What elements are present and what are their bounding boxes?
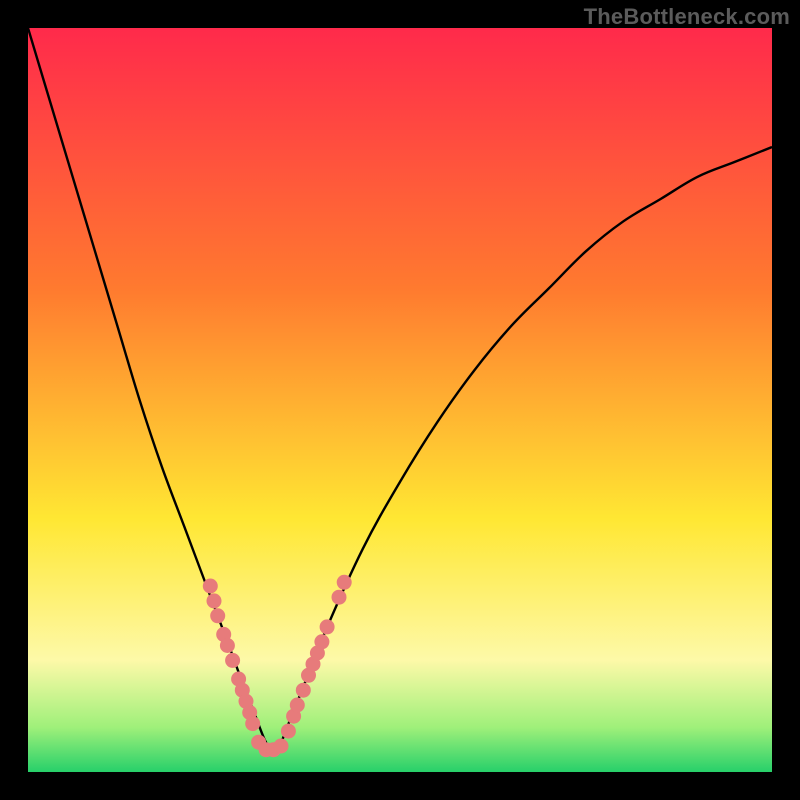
data-marker <box>320 619 335 634</box>
bottleneck-curve <box>28 28 772 750</box>
data-marker <box>332 590 347 605</box>
plot-area <box>28 28 772 772</box>
data-marker <box>245 716 260 731</box>
data-markers <box>203 575 352 757</box>
data-marker <box>220 638 235 653</box>
data-marker <box>290 698 305 713</box>
data-marker <box>225 653 240 668</box>
watermark-text: TheBottleneck.com <box>584 4 790 30</box>
data-marker <box>296 683 311 698</box>
data-marker <box>207 593 222 608</box>
data-marker <box>281 724 296 739</box>
curve-layer <box>28 28 772 772</box>
data-marker <box>337 575 352 590</box>
data-marker <box>203 579 218 594</box>
data-marker <box>314 634 329 649</box>
data-marker <box>274 739 289 754</box>
data-marker <box>210 608 225 623</box>
chart-frame: TheBottleneck.com <box>0 0 800 800</box>
